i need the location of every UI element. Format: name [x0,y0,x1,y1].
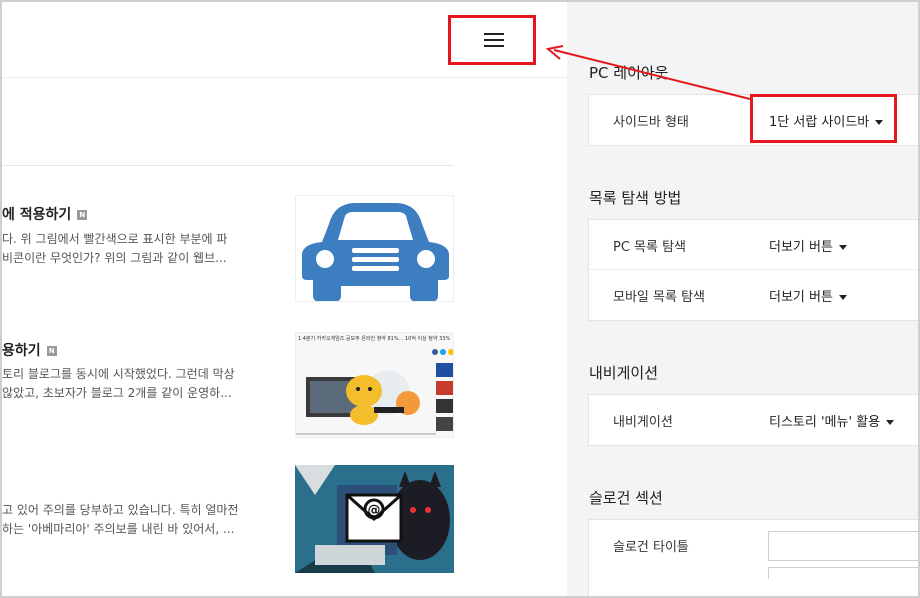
hamburger-menu-button[interactable] [448,15,536,65]
post-thumbnail[interactable]: 1·4분기 카카오게임즈 공모주 온라인 청약 81%... 10억 이상 청약… [295,332,454,438]
setting-label: 내비게이션 [613,415,673,430]
setting-label: 사이드바 형태 [613,115,689,130]
hamburger-menu-icon [484,32,504,48]
list-nav-card: PC 목록 탐색 더보기 버튼 모바일 목록 탐색 더보기 버튼 [588,219,918,321]
caret-down-icon [886,420,895,425]
post-excerpt: 고 있어 주의를 당부하고 있습니다. 특히 얼마전 하는 '아베마리아' 주의… [2,503,239,536]
navigation-card: 내비게이션 티스토리 '메뉴' 활용 [588,394,918,446]
caret-down-icon [838,295,847,300]
slogan-title-input[interactable] [768,531,918,561]
post-excerpt: 다. 위 그림에서 빨간색으로 표시한 부분에 파 비콘이란 무엇인가? 위의 … [2,232,228,265]
pc-list-dropdown[interactable]: 더보기 버튼 [769,236,847,255]
svg-text:@: @ [368,503,381,518]
post-title[interactable]: 용하기 N [2,340,57,360]
screenshot-frame: 에 적용하기 N 다. 위 그림에서 빨간색으로 표시한 부분에 파 비콘이란 무… [0,0,920,598]
post-excerpt: 토리 블로그를 동시에 시작했었다. 그런데 막상 않았고, 초보자가 블로그 … [2,367,235,400]
settings-panel: PC 레이아웃 사이드바 형태 1단 서랍 사이드바 목록 탐색 방법 PC 목… [567,2,918,596]
caret-down-icon [838,245,847,250]
setting-row-slogan-title: 슬로건 타이틀 [589,520,918,570]
pc-layout-card: 사이드바 형태 1단 서랍 사이드바 [588,94,918,146]
new-badge: N [46,346,57,356]
setting-row-pc-list: PC 목록 탐색 더보기 버튼 [589,220,918,270]
post-thumbnail[interactable]: @ [295,465,454,573]
new-badge: N [77,210,88,220]
mobile-list-dropdown[interactable]: 더보기 버튼 [769,286,847,305]
email-at-icon: @ [295,465,454,573]
post-title[interactable]: 에 적용하기 N [2,204,88,224]
slogan-card: 슬로건 타이틀 [588,519,918,596]
section-title-navigation: 내비게이션 [589,364,659,382]
caret-down-icon [875,120,884,125]
setting-row-sidebar-type: 사이드바 형태 1단 서랍 사이드바 [589,95,918,145]
blog-preview: 에 적용하기 N 다. 위 그림에서 빨간색으로 표시한 부분에 파 비콘이란 무… [2,2,567,596]
section-title-list-nav: 목록 탐색 방법 [589,189,682,207]
setting-label: 슬로건 타이틀 [613,540,689,555]
preview-header [2,2,567,78]
section-title-pc-layout: PC 레이아웃 [589,64,669,82]
setting-label: PC 목록 탐색 [613,240,687,255]
navigation-dropdown[interactable]: 티스토리 '메뉴' 활용 [769,411,895,430]
content-divider [2,165,454,166]
setting-label: 모바일 목록 탐색 [613,290,705,305]
post-thumbnail[interactable] [295,195,454,302]
setting-row-navigation: 내비게이션 티스토리 '메뉴' 활용 [589,395,918,445]
sidebar-type-dropdown[interactable]: 1단 서랍 사이드바 [769,111,884,130]
setting-row-mobile-list: 모바일 목록 탐색 더보기 버튼 [589,270,918,320]
section-title-slogan: 슬로건 섹션 [589,489,663,507]
slogan-description-input[interactable] [768,567,918,579]
game-character-image [296,349,453,435]
car-icon [302,203,449,301]
